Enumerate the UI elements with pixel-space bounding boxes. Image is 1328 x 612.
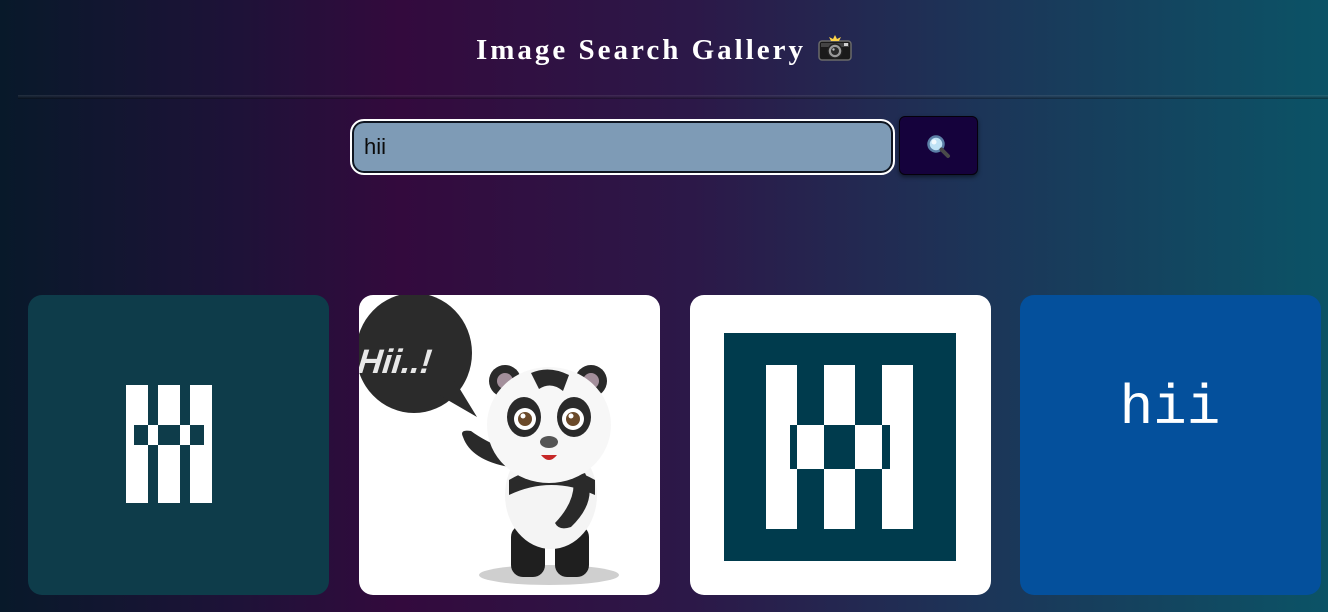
hii-text: hii: [1120, 376, 1221, 440]
gallery-card-2[interactable]: Hii..!: [359, 295, 660, 595]
header-divider: [18, 95, 1328, 99]
search-input[interactable]: [350, 119, 895, 175]
page-header: Image Search Gallery: [0, 0, 1328, 99]
hii-logo-framed-image: [724, 333, 956, 561]
bubble-text: Hii..!: [359, 343, 434, 381]
page-title: Image Search Gallery: [0, 30, 1328, 70]
search-icon: [900, 135, 979, 177]
gallery-card-3[interactable]: [690, 295, 991, 595]
page-title-text: Image Search Gallery: [475, 34, 807, 66]
camera-flash-icon: [818, 32, 852, 61]
panda-hii-image: Hii..!: [359, 295, 619, 585]
search-button[interactable]: [899, 116, 978, 175]
hii-text-image: hii: [1120, 376, 1221, 440]
gallery-card-4[interactable]: hii: [1020, 295, 1321, 595]
hii-logo-image: [126, 385, 212, 503]
gallery-card-1[interactable]: [28, 295, 329, 595]
